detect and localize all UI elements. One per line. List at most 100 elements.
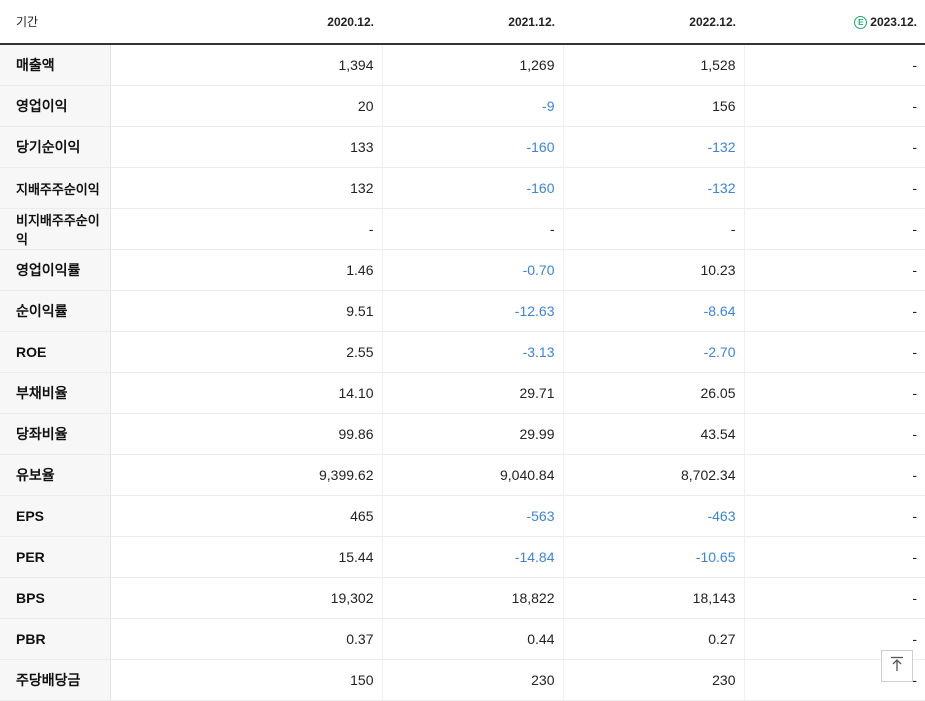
cell-value: -	[110, 208, 383, 250]
cell-value: 29.99	[382, 413, 564, 455]
table-row: 당좌비율 99.86 29.99 43.54-	[0, 413, 925, 455]
cell-value: 26.05	[563, 372, 745, 414]
cell-value: 230	[382, 659, 564, 701]
period-header: 기간	[0, 0, 110, 45]
cell-value: 0.37	[110, 618, 383, 660]
row-label: PER	[0, 536, 111, 578]
arrow-up-to-line-icon	[890, 656, 904, 677]
table-row: 주당배당금 150 230 230-	[0, 659, 925, 701]
cell-value: 230	[563, 659, 745, 701]
cell-value: -132	[563, 126, 745, 168]
cell-value: -12.63	[382, 290, 564, 332]
cell-value: -0.70	[382, 249, 564, 291]
cell-value: -	[744, 413, 925, 455]
estimate-icon: E	[854, 15, 868, 29]
table-row: 유보율 9,399.62 9,040.84 8,702.34-	[0, 454, 925, 496]
row-label: 순이익률	[0, 290, 111, 332]
cell-value: -160	[382, 167, 564, 209]
cell-value: -	[744, 167, 925, 209]
cell-value: -	[382, 208, 564, 250]
scroll-to-top-button[interactable]	[881, 650, 913, 682]
header-row: 기간 2020.12. 2021.12. 2022.12. E 2023.12.	[0, 0, 925, 45]
table-row: 매출액 1,394 1,269 1,528-	[0, 44, 925, 86]
cell-value: 10.23	[563, 249, 745, 291]
cell-value: -463	[563, 495, 745, 537]
row-label: 부채비율	[0, 372, 111, 414]
row-label: 비지배주주순이익	[0, 208, 111, 250]
cell-value: -2.70	[563, 331, 745, 373]
table-row: EPS 465 -563 -463-	[0, 495, 925, 537]
cell-value: 132	[110, 167, 383, 209]
cell-value: -160	[382, 126, 564, 168]
cell-value: 0.27	[563, 618, 745, 660]
cell-value: 29.71	[382, 372, 564, 414]
cell-value: -10.65	[563, 536, 745, 578]
table-row: 지배주주순이익 132 -160 -132-	[0, 167, 925, 209]
cell-value: 465	[110, 495, 383, 537]
cell-value: 43.54	[563, 413, 745, 455]
table-row: 부채비율 14.10 29.71 26.05-	[0, 372, 925, 414]
cell-value: 14.10	[110, 372, 383, 414]
table-row: 비지배주주순이익 - - - -	[0, 208, 925, 250]
table-row: 순이익률 9.51 -12.63 -8.64-	[0, 290, 925, 332]
cell-value: -	[744, 126, 925, 168]
cell-value: 9,399.62	[110, 454, 383, 496]
cell-value: 99.86	[110, 413, 383, 455]
cell-value: -	[744, 290, 925, 332]
cell-value: 156	[563, 85, 745, 127]
year-header: 2022.12.	[563, 0, 744, 45]
cell-value: 18,822	[382, 577, 564, 619]
cell-value: 18,143	[563, 577, 745, 619]
row-label: 영업이익률	[0, 249, 111, 291]
cell-value: -	[563, 208, 745, 250]
cell-value: 20	[110, 85, 383, 127]
cell-value: 0.44	[382, 618, 564, 660]
cell-value: -	[744, 577, 925, 619]
cell-value: 1,528	[563, 44, 745, 86]
row-label: 영업이익	[0, 85, 111, 127]
table-row: PER 15.44 -14.84 -10.65-	[0, 536, 925, 578]
cell-value: 2.55	[110, 331, 383, 373]
table-row: 영업이익 20 -9 156-	[0, 85, 925, 127]
row-label: EPS	[0, 495, 111, 537]
cell-value: -	[744, 495, 925, 537]
cell-value: 133	[110, 126, 383, 168]
cell-value: -563	[382, 495, 564, 537]
financial-summary-table: 기간 2020.12. 2021.12. 2022.12. E 2023.12. …	[0, 0, 925, 701]
cell-value: -	[744, 44, 925, 86]
cell-value: 15.44	[110, 536, 383, 578]
year-header-estimate: E 2023.12.	[744, 0, 925, 45]
table-row: 영업이익률 1.46 -0.70 10.23-	[0, 249, 925, 291]
row-label: 당기순이익	[0, 126, 111, 168]
cell-value: 1.46	[110, 249, 383, 291]
row-label: 유보율	[0, 454, 111, 496]
cell-value: -	[744, 249, 925, 291]
table-row: BPS 19,302 18,822 18,143-	[0, 577, 925, 619]
cell-value: 8,702.34	[563, 454, 745, 496]
cell-value: -14.84	[382, 536, 564, 578]
year-header: 2020.12.	[110, 0, 382, 45]
cell-value: -	[744, 454, 925, 496]
cell-value: -	[744, 331, 925, 373]
cell-value: -	[744, 536, 925, 578]
cell-value: -9	[382, 85, 564, 127]
cell-value: 1,394	[110, 44, 383, 86]
cell-value: -	[744, 208, 925, 250]
cell-value: -8.64	[563, 290, 745, 332]
year-header: 2021.12.	[382, 0, 563, 45]
row-label: PBR	[0, 618, 111, 660]
row-label: 당좌비율	[0, 413, 111, 455]
row-label: ROE	[0, 331, 111, 373]
cell-value: 19,302	[110, 577, 383, 619]
row-label: 지배주주순이익	[0, 167, 111, 209]
row-label: 매출액	[0, 44, 111, 86]
table-row: 당기순이익 133 -160 -132-	[0, 126, 925, 168]
table-row: ROE 2.55 -3.13 -2.70-	[0, 331, 925, 373]
cell-value: -3.13	[382, 331, 564, 373]
cell-value: -	[744, 85, 925, 127]
cell-value: 150	[110, 659, 383, 701]
cell-value: 9.51	[110, 290, 383, 332]
row-label: BPS	[0, 577, 111, 619]
cell-value: 1,269	[382, 44, 564, 86]
row-label: 주당배당금	[0, 659, 111, 701]
